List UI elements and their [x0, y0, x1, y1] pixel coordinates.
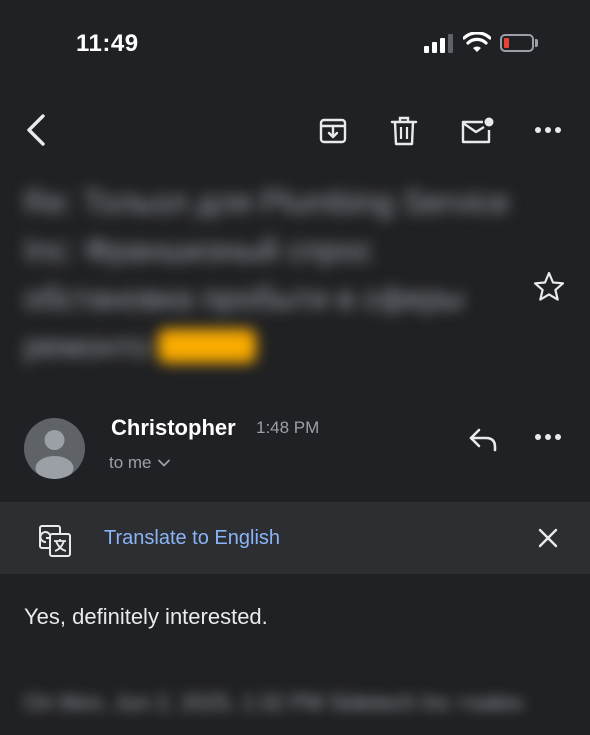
more-horizontal-icon	[535, 434, 561, 440]
cellular-signal-icon	[424, 33, 454, 53]
reply-icon	[469, 428, 497, 452]
avatar[interactable]	[24, 418, 85, 479]
email-detail-screen: 11:49 Re: Тольол для Plumbing Service In…	[0, 0, 590, 735]
message-body: Yes, definitely interested.	[24, 604, 268, 629]
translate-bar: Translate to English	[0, 502, 590, 574]
trash-icon	[390, 116, 418, 146]
sender-name[interactable]: Christopher	[111, 415, 236, 441]
quoted-text[interactable]: On Mon, Jun 2, 2025, 1:32 PM Sidetech In…	[24, 690, 524, 716]
star-button[interactable]	[527, 264, 571, 308]
close-icon	[538, 528, 558, 548]
subject-text: Re: Тольол для Plumbing Service Inc: Фра…	[24, 184, 510, 364]
message-more-button[interactable]	[530, 422, 566, 452]
reply-button[interactable]	[462, 420, 504, 458]
wifi-icon	[463, 32, 491, 52]
chevron-down-icon	[157, 459, 170, 467]
star-icon	[533, 271, 565, 301]
label-chip[interactable]: Inbox	[158, 329, 257, 363]
mark-unread-icon	[461, 117, 494, 144]
email-subject: Re: Тольол для Plumbing Service Inc: Фра…	[24, 178, 514, 370]
recipients-toggle[interactable]: to me	[109, 453, 170, 473]
battery-tip	[535, 39, 538, 47]
more-horizontal-icon	[535, 127, 561, 133]
recipients-label: to me	[109, 453, 152, 472]
more-options-button[interactable]	[530, 115, 566, 145]
status-time: 11:49	[76, 30, 139, 57]
person-icon	[35, 430, 74, 479]
google-translate-icon	[39, 525, 71, 557]
translate-link[interactable]: Translate to English	[104, 527, 280, 550]
delete-button[interactable]	[385, 112, 423, 150]
battery-icon	[500, 34, 534, 52]
mark-unread-button[interactable]	[456, 112, 498, 150]
back-button[interactable]	[18, 110, 54, 150]
sent-time: 1:48 PM	[256, 418, 320, 437]
archive-icon	[319, 118, 347, 144]
back-arrow-icon	[27, 114, 45, 146]
dismiss-translate-button[interactable]	[530, 520, 566, 556]
archive-button[interactable]	[314, 112, 352, 150]
